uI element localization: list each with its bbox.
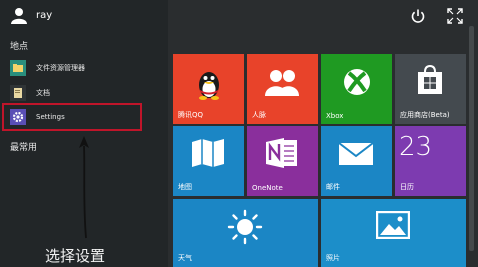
tile-label: 地图 bbox=[178, 183, 192, 191]
annotation-arrow bbox=[79, 136, 89, 239]
tile-weather[interactable]: 天气 bbox=[173, 199, 318, 267]
tile-photos[interactable]: 照片 bbox=[321, 199, 466, 267]
store-bag-icon bbox=[418, 64, 442, 94]
user-avatar-icon bbox=[11, 8, 27, 24]
user-account[interactable]: ray bbox=[10, 6, 52, 24]
tile-label: 人脉 bbox=[252, 111, 266, 119]
tile-maps[interactable]: 地图 bbox=[173, 126, 244, 196]
power-icon[interactable] bbox=[410, 8, 426, 24]
calendar-date-number: 23 bbox=[399, 132, 433, 162]
tile-label: 日历 bbox=[400, 183, 414, 191]
tile-qq[interactable]: 腾讯QQ bbox=[173, 54, 244, 124]
tile-label: OneNote bbox=[252, 184, 283, 192]
tile-label: 应用商店(Beta) bbox=[400, 111, 450, 119]
tile-label: 腾讯QQ bbox=[178, 111, 204, 119]
tile-people[interactable]: 人脉 bbox=[247, 54, 318, 124]
people-icon bbox=[265, 70, 299, 96]
menu-item-documents[interactable]: 文档 bbox=[10, 84, 50, 102]
menu-item-label: 文档 bbox=[36, 89, 50, 97]
photo-icon bbox=[376, 211, 410, 239]
documents-icon bbox=[10, 85, 26, 101]
user-name: ray bbox=[36, 9, 53, 21]
tile-xbox[interactable]: Xbox bbox=[321, 54, 392, 124]
map-icon bbox=[192, 139, 224, 167]
section-places: 地点 bbox=[10, 42, 29, 52]
annotation-text: 选择设置 bbox=[45, 247, 106, 265]
xbox-icon bbox=[344, 69, 370, 95]
expand-icon[interactable] bbox=[447, 8, 463, 24]
tile-label: Xbox bbox=[326, 112, 344, 120]
menu-item-label: 文件资源管理器 bbox=[36, 64, 85, 72]
onenote-icon bbox=[266, 138, 297, 168]
tiles-scrollbar[interactable] bbox=[469, 26, 474, 251]
tile-label: 天气 bbox=[178, 254, 192, 262]
tile-label: 邮件 bbox=[326, 183, 340, 191]
tile-label: 照片 bbox=[326, 254, 340, 262]
tile-store[interactable]: 应用商店(Beta) bbox=[395, 54, 466, 124]
mail-icon bbox=[338, 142, 374, 165]
tile-calendar[interactable]: 23 日历 bbox=[395, 126, 466, 196]
section-most-used: 最常用 bbox=[10, 143, 38, 153]
tile-onenote[interactable]: OneNote bbox=[247, 126, 318, 196]
tile-mail[interactable]: 邮件 bbox=[321, 126, 392, 196]
settings-highlight-box bbox=[2, 103, 142, 131]
file-explorer-icon bbox=[10, 60, 26, 76]
menu-item-file-explorer[interactable]: 文件资源管理器 bbox=[10, 59, 85, 77]
sun-icon bbox=[227, 209, 263, 245]
qq-penguin-icon bbox=[199, 72, 219, 100]
